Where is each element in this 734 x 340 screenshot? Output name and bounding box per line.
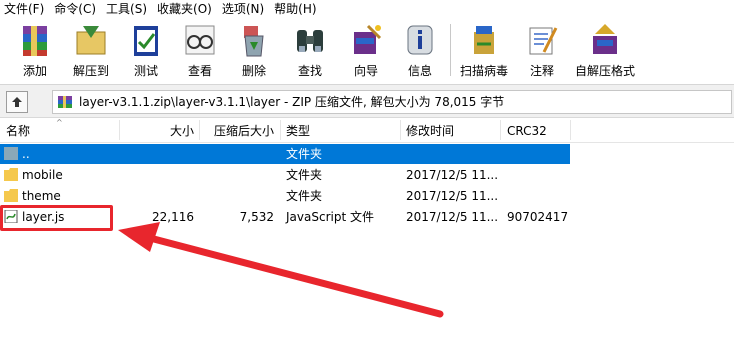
annotation-arrow (118, 222, 444, 318)
